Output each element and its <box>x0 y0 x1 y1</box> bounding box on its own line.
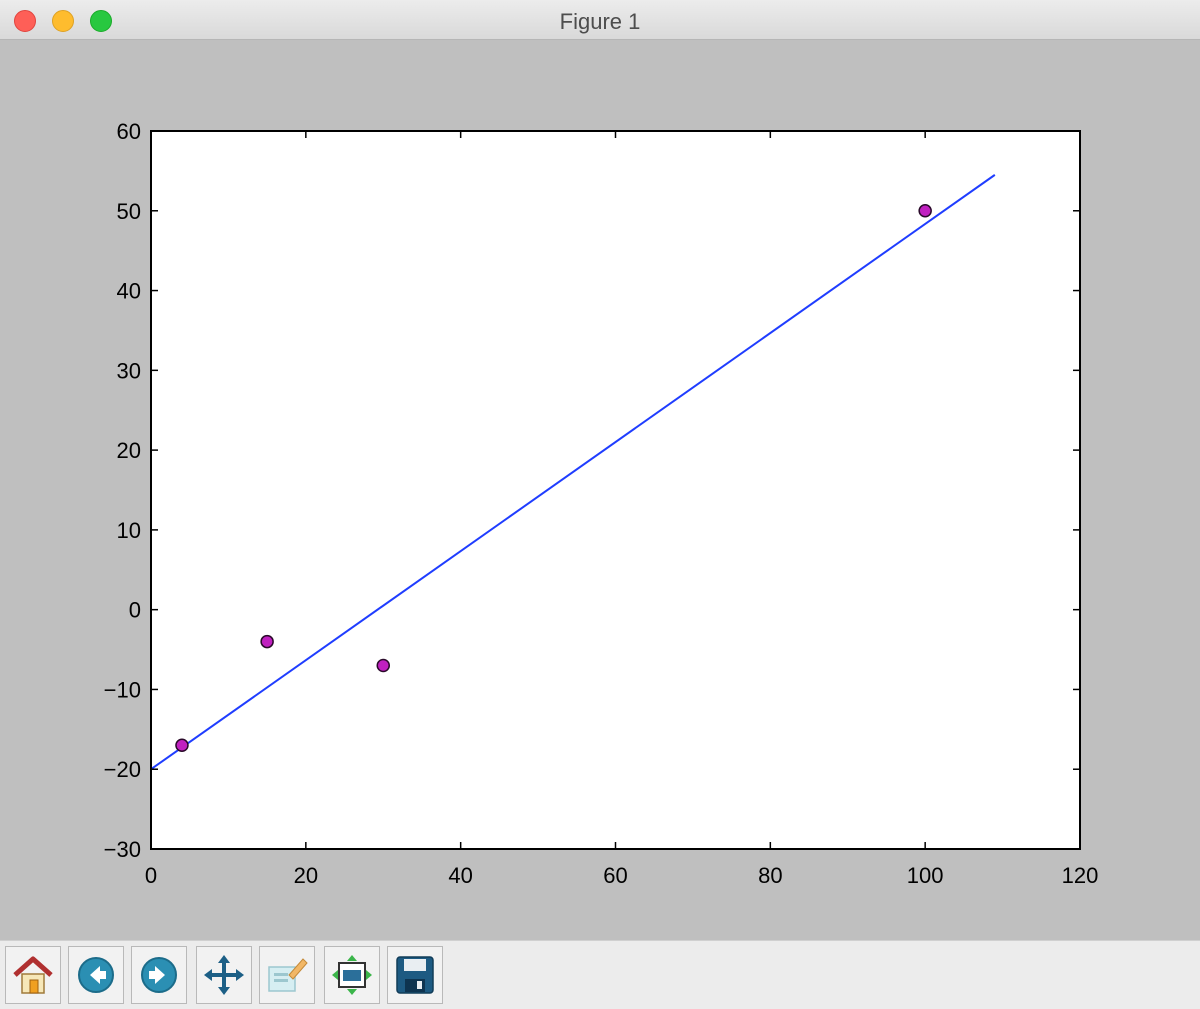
pan-move-icon <box>204 955 244 995</box>
home-icon <box>13 956 53 994</box>
subplots-button[interactable] <box>324 946 380 1004</box>
x-tick-label: 100 <box>907 863 944 888</box>
pan-button[interactable] <box>196 946 252 1004</box>
y-tick-label: 10 <box>117 518 141 543</box>
x-tick-label: 0 <box>145 863 157 888</box>
y-tick-label: −30 <box>104 837 141 862</box>
back-button[interactable] <box>68 946 124 1004</box>
figure-canvas: 0 20 40 60 80 100 120 −30 −20 −10 0 10 20 30 40 50 60 <box>0 40 1200 940</box>
y-tick-label: 40 <box>117 279 141 304</box>
x-tick-label: 60 <box>603 863 627 888</box>
data-point-4 <box>918 204 932 218</box>
y-tick-label: 0 <box>129 598 141 623</box>
window-titlebar: Figure 1 <box>0 0 1200 40</box>
y-tick-label: 50 <box>117 199 141 224</box>
x-tick-label: 120 <box>1062 863 1099 888</box>
forward-button[interactable] <box>131 946 187 1004</box>
save-button[interactable] <box>387 946 443 1004</box>
zoom-rect-icon <box>268 958 308 992</box>
axes-background <box>151 131 1080 849</box>
navigation-toolbar <box>0 940 1200 1009</box>
data-point-1 <box>175 738 189 753</box>
scatter-plot: 0 20 40 60 80 100 120 −30 −20 −10 0 10 20 30 40 50 60 <box>104 119 1099 888</box>
y-tick-label: −10 <box>104 677 141 702</box>
subplots-configure-icon <box>332 955 372 995</box>
x-tick-label: 80 <box>758 863 782 888</box>
y-tick-label: 20 <box>117 438 141 463</box>
y-tick-label: 30 <box>117 358 141 383</box>
home-button[interactable] <box>5 946 61 1004</box>
save-floppy-icon <box>396 956 434 994</box>
window-title: Figure 1 <box>559 9 641 34</box>
x-tick-label: 20 <box>294 863 318 888</box>
y-tick-label: −20 <box>104 757 141 782</box>
y-tick-label: 60 <box>117 119 141 144</box>
x-tick-label: 40 <box>448 863 472 888</box>
data-point-2 <box>260 634 274 649</box>
data-point-3 <box>376 658 390 673</box>
forward-arrow-icon <box>141 957 177 993</box>
zoom-rect-button[interactable] <box>259 946 315 1004</box>
back-arrow-icon <box>78 957 114 993</box>
